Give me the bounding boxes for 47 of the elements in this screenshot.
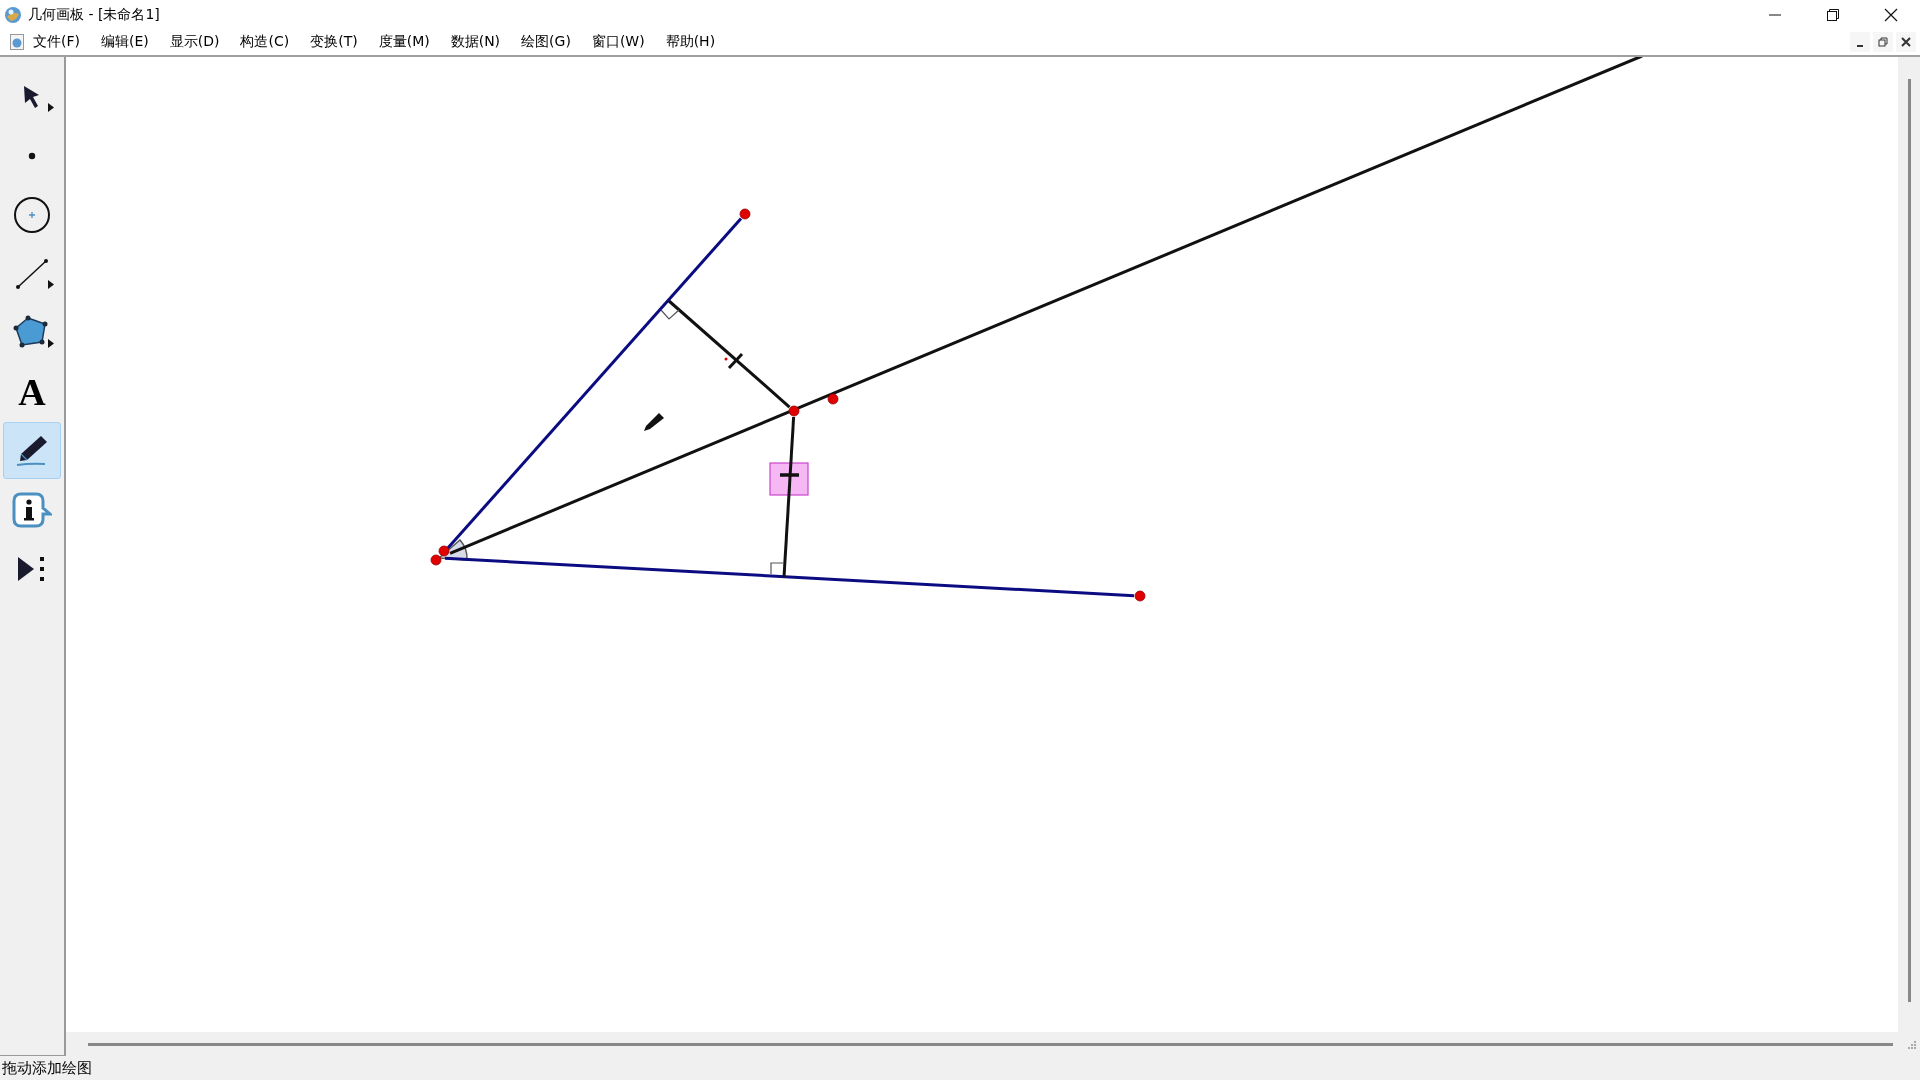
document-minimize-button[interactable] [1850,32,1870,52]
minimize-icon [1857,45,1863,47]
resize-grip-icon[interactable] [1906,1039,1916,1049]
document-icon [10,34,24,50]
right-angle-mark [770,562,784,575]
point[interactable] [430,554,442,566]
document-restore-button[interactable] [1873,32,1893,52]
menu-item[interactable]: 变换(T) [301,33,367,51]
tool-button[interactable]: A [3,363,61,420]
point-icon [28,151,36,160]
tick-mark [727,352,744,370]
vertical-scrollbar[interactable] [1907,79,1911,1002]
menu-item[interactable]: 绘图(G) [512,33,580,51]
menu-item[interactable]: 编辑(E) [92,33,158,51]
menu-item[interactable]: 窗口(W) [582,33,654,51]
menu-item[interactable]: 显示(D) [160,33,229,51]
menu-item[interactable]: 构造(C) [231,33,299,51]
close-icon [1884,7,1898,22]
menu-item[interactable]: 帮助(H) [656,33,725,51]
info-bubble-icon [12,491,52,528]
restore-icon [1878,37,1888,47]
pen-cursor-icon [644,413,664,431]
point[interactable] [739,208,751,220]
restore-icon [1827,8,1839,21]
document-close-button[interactable] [1896,32,1916,52]
small-dot [724,357,728,361]
point[interactable] [827,393,839,405]
close-icon [1901,37,1911,47]
ray[interactable] [444,556,1135,598]
circle-icon [13,195,51,234]
tick-mark [780,473,799,477]
perpendicular-segment[interactable] [668,299,791,409]
menu-item[interactable]: 文件(F) [24,33,89,51]
text-tool-glyph: A [18,372,46,411]
horizontal-scrollbar[interactable] [88,1042,1893,1046]
menu-item[interactable]: 数据(N) [441,33,510,51]
window-title: 几何画板 - [未命名1] [28,5,161,24]
point[interactable] [788,405,800,417]
right-angle-mark [660,309,680,320]
line-segment-icon [15,257,49,290]
tool-button[interactable] [3,422,61,479]
app-logo-icon [4,5,22,24]
menu-item[interactable]: 度量(M) [369,33,439,51]
point[interactable] [438,545,450,557]
ray[interactable] [445,217,743,551]
perpendicular-segment[interactable] [782,416,796,578]
point[interactable] [1134,590,1146,602]
